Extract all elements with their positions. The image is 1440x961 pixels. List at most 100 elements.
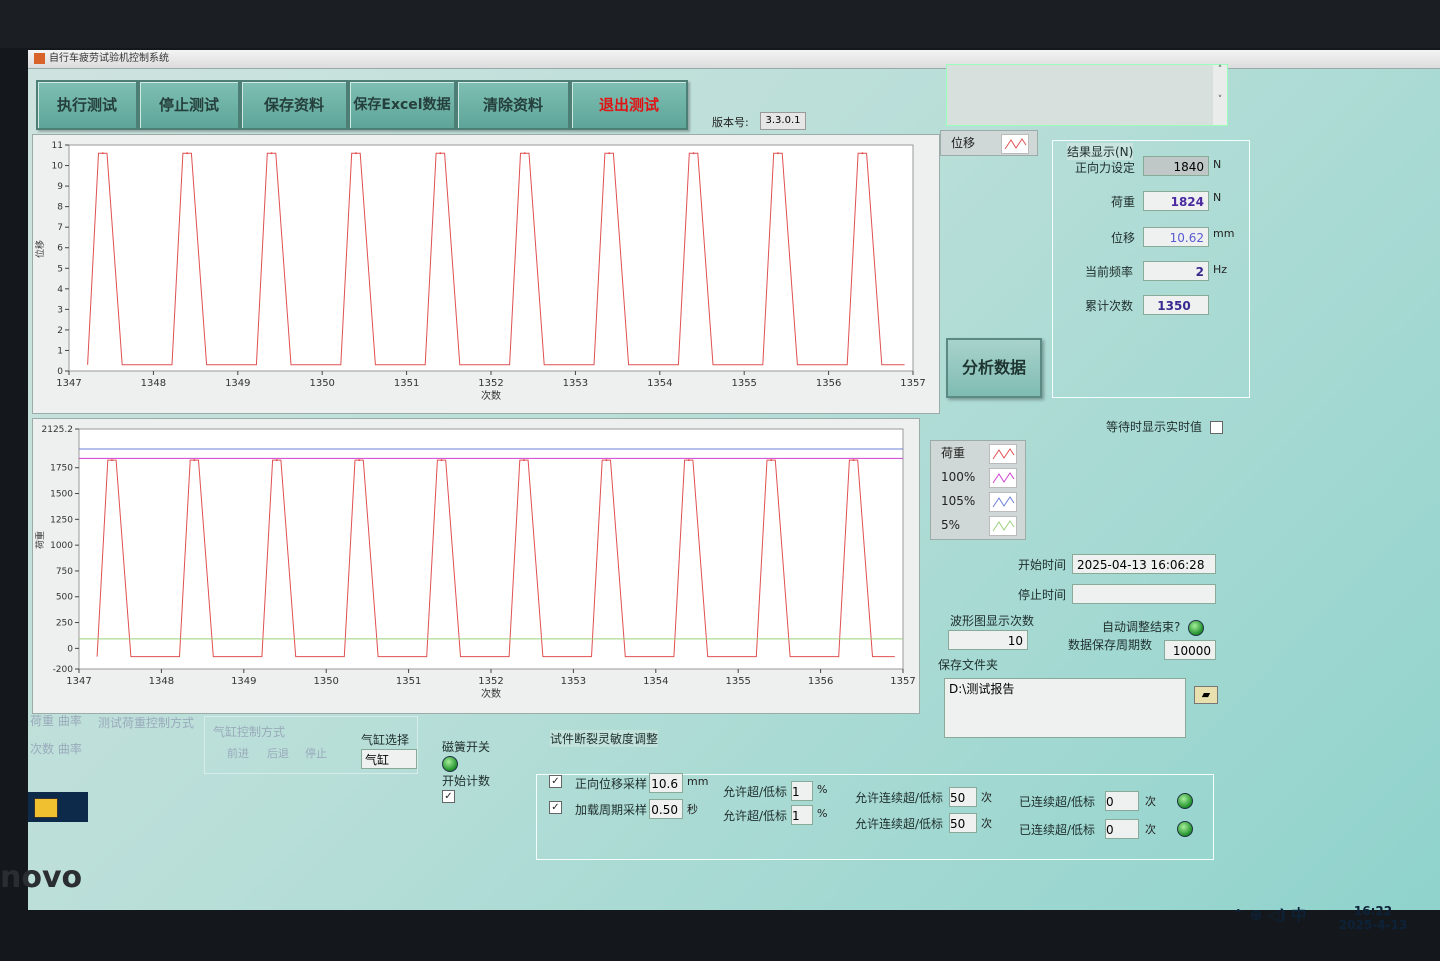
load-chart[interactable]: 1347 1348 1349 1350 1351 1352 1353 1354 1355 1356…	[32, 418, 920, 714]
version-label: 版本号:	[712, 116, 749, 129]
save-folder-label: 保存文件夹	[938, 658, 999, 672]
stop-test-button[interactable]: 停止测试	[138, 80, 240, 130]
y-tick-label: 4	[57, 285, 63, 295]
waveform-count-field[interactable]: 10	[948, 630, 1028, 650]
already-field-2: 0	[1105, 819, 1139, 839]
taskbar-start[interactable]	[28, 792, 88, 822]
x-tick-label: 1352	[478, 378, 503, 389]
legend-item-5: 5%	[931, 513, 1025, 537]
results-panel: 结果显示(N) 正向力设定 1840 N 荷重 1824 N 位移 10.62 …	[1052, 140, 1250, 398]
y-tick-label: 1750	[50, 464, 73, 474]
y-tick-label: 1500	[50, 490, 73, 500]
allow-cont-field-1[interactable]: 50	[949, 787, 977, 807]
legend-item-105: 105%	[931, 489, 1025, 513]
exit-test-button[interactable]: 退出测试	[570, 80, 688, 130]
allow-pct-field-1[interactable]: 1	[791, 781, 813, 801]
chevron-up-icon[interactable]: ⌃	[1232, 906, 1245, 924]
globe-icon[interactable]: ⊕	[1250, 906, 1263, 924]
allow-pct-label-1: 允许超/低标	[723, 785, 788, 799]
cylinder-select-label: 气缸选择	[361, 733, 410, 747]
peak-point	[186, 152, 189, 155]
y-tick-label: 3	[57, 305, 63, 315]
message-box[interactable]: ˄ ˅	[946, 64, 1228, 126]
app-taskbar-icon[interactable]	[34, 798, 58, 818]
analyze-data-button[interactable]: 分析数据	[946, 338, 1042, 398]
peak-point	[523, 152, 526, 155]
y-tick-label: 9	[57, 182, 63, 192]
ime-indicator[interactable]: 中	[1291, 906, 1306, 924]
peak-point	[440, 459, 443, 462]
folder-browse-icon[interactable]: ▰	[1194, 686, 1218, 704]
x-tick-label: 1349	[225, 378, 250, 389]
magnet-switch-label: 磁簧开关	[442, 740, 491, 754]
line-swatch-icon	[989, 516, 1017, 536]
save-period-field[interactable]: 10000	[1164, 640, 1216, 660]
x-axis-label: 次数	[481, 389, 501, 402]
save-data-button[interactable]: 保存资料	[240, 80, 348, 130]
y-axis-label: 位移	[34, 240, 46, 258]
load-cycle-field[interactable]: 0.50	[649, 799, 683, 819]
peak-point	[776, 152, 779, 155]
start-count-checkbox[interactable]: ✓	[442, 790, 455, 803]
legend-label: 5%	[941, 518, 961, 532]
window-title: 自行车疲劳试验机控制系统	[49, 53, 169, 64]
save-folder-field[interactable]: D:\测试报告	[944, 678, 1186, 738]
plot-area	[68, 144, 914, 372]
pos-sample-checkbox[interactable]: ✓	[549, 775, 562, 788]
y-tick-label: 250	[56, 619, 73, 629]
allow-pct-field-2[interactable]: 1	[791, 805, 813, 825]
cylinder-stop-radio[interactable]: 停止	[305, 745, 327, 761]
line-swatch-icon	[1001, 134, 1029, 154]
start-time-field: 2025-04-13 16:06:28	[1072, 554, 1216, 574]
pos-sample-field[interactable]: 10.6	[649, 773, 683, 793]
y-tick-label: 5	[57, 264, 63, 274]
y-tick-label: 0	[57, 367, 63, 377]
cylinder-select[interactable]: 气缸	[361, 749, 417, 769]
waveform-count-label: 波形图显示次数	[950, 614, 1035, 628]
force-set-label: 正向力设定	[1075, 161, 1136, 175]
y-tick-label: 2125.2	[42, 425, 74, 435]
stop-time-field	[1072, 584, 1216, 604]
y-tick-label: 1250	[50, 515, 73, 525]
clear-data-button[interactable]: 清除资料	[456, 80, 570, 130]
load-chart-svg: 1347 1348 1349 1350 1351 1352 1353 1354 1355 1356…	[34, 425, 916, 700]
run-test-button[interactable]: 执行测试	[36, 80, 138, 130]
x-tick-label: 1351	[394, 378, 419, 389]
start-time-label: 开始时间	[1018, 558, 1067, 572]
allow-cont-label-2: 允许连续超/低标	[855, 817, 944, 831]
status-led-1-icon	[1177, 793, 1193, 809]
cylinder-back-radio[interactable]: 后退	[267, 745, 289, 761]
x-tick-label: 1347	[56, 378, 81, 389]
peak-point	[692, 152, 695, 155]
peak-point	[687, 459, 690, 462]
legend-label: 100%	[941, 470, 976, 484]
volume-icon[interactable]: ◁)	[1268, 906, 1286, 924]
y-tick-label: 1	[57, 346, 63, 356]
clock[interactable]: 16:22 2025-4-13	[1338, 904, 1408, 932]
allow-cont-field-2[interactable]: 50	[949, 813, 977, 833]
disp-unit: mm	[1213, 227, 1235, 240]
auto-adjust-led-icon	[1188, 620, 1204, 636]
count-field: 1350	[1143, 295, 1209, 315]
already-label-2: 已连续超/低标	[1019, 823, 1096, 837]
allow-cont-unit-1: 次	[981, 791, 992, 804]
x-tick-label: 1350	[313, 676, 338, 687]
load-cycle-unit: 秒	[687, 803, 698, 816]
save-excel-button[interactable]: 保存Excel数据	[348, 80, 456, 130]
displacement-chart[interactable]: 1347 1348 1349 1350 1351 1352 1353 1354 1355 1356…	[32, 134, 940, 414]
load-label: 荷重	[1111, 195, 1136, 209]
x-tick-label: 1356	[808, 676, 833, 687]
load-cycle-checkbox[interactable]: ✓	[549, 801, 562, 814]
peak-point	[605, 459, 608, 462]
x-tick-label: 1351	[396, 676, 421, 687]
peak-point	[770, 459, 773, 462]
y-tick-label: -200	[53, 665, 74, 675]
count-curve-label: 次数 曲率	[30, 742, 82, 756]
load-field: 1824	[1143, 191, 1209, 211]
y-tick-label: 0	[67, 644, 73, 654]
x-axis-label: 次数	[481, 687, 501, 700]
scrollbar[interactable]: ˄ ˅	[1213, 65, 1227, 125]
pos-sample-label: 正向位移采样	[575, 777, 648, 791]
cylinder-forward-radio[interactable]: 前进	[227, 745, 249, 761]
wait-realtime-checkbox[interactable]	[1210, 421, 1223, 434]
